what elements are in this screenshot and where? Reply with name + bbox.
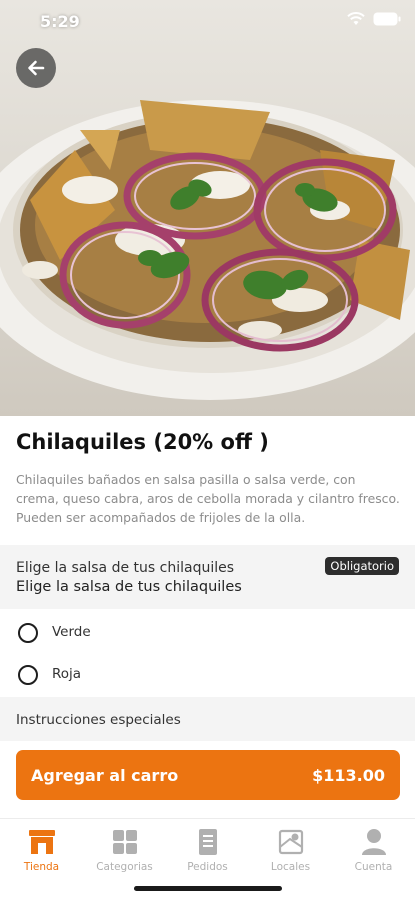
radio-button[interactable] (18, 665, 38, 685)
option-label: Verde (52, 624, 91, 640)
status-bar: 5:29 (0, 0, 415, 44)
nav-label: Cuenta (354, 861, 393, 873)
option-label: Roja (52, 666, 82, 682)
required-badge: Obligatorio (325, 557, 399, 575)
add-to-cart-label: Agregar al carro (31, 766, 179, 785)
map-icon (278, 829, 303, 855)
nav-item-locales[interactable]: Locales (249, 827, 332, 883)
product-description: Chilaquiles bañados en salsa pasilla o s… (16, 472, 400, 525)
option-verde[interactable]: Verde (0, 612, 415, 654)
status-icons (347, 12, 401, 26)
nav-label: Categorias (96, 861, 153, 873)
nav-item-pedidos[interactable]: Pedidos (166, 827, 249, 883)
store-icon (28, 830, 55, 854)
product-title: Chilaquiles (20% off ) (16, 430, 269, 454)
battery-icon (373, 12, 401, 26)
radio-button[interactable] (18, 623, 38, 643)
back-button[interactable] (16, 48, 56, 88)
options-group-header: Elige la salsa de tus chilaquiles Elige … (0, 545, 415, 609)
nav-item-cuenta[interactable]: Cuenta (332, 827, 415, 883)
cart-price: $113.00 (312, 766, 385, 785)
arrow-left-icon (28, 60, 45, 76)
options-group-subtitle: Elige la salsa de tus chilaquiles (16, 579, 242, 595)
grid-icon (112, 830, 137, 854)
home-indicator (134, 886, 282, 891)
receipt-icon (198, 829, 217, 855)
wifi-icon (347, 12, 365, 25)
option-roja[interactable]: Roja (0, 654, 415, 696)
nav-item-tienda[interactable]: Tienda (0, 827, 83, 883)
options-group-title: Elige la salsa de tus chilaquiles (16, 560, 235, 576)
chilaquiles-photo (0, 100, 415, 400)
nav-label: Pedidos (187, 861, 228, 873)
status-time: 5:29 (40, 12, 80, 31)
add-to-cart-button[interactable]: Agregar al carro $113.00 (16, 750, 400, 800)
special-instructions-header[interactable]: Instrucciones especiales (0, 697, 415, 741)
nav-label: Tienda (23, 861, 60, 873)
nav-item-categorias[interactable]: Categorias (83, 827, 166, 883)
special-instructions-label: Instrucciones especiales (16, 712, 181, 728)
product-image (0, 0, 415, 416)
user-icon (361, 829, 386, 855)
nav-label: Locales (270, 861, 311, 873)
